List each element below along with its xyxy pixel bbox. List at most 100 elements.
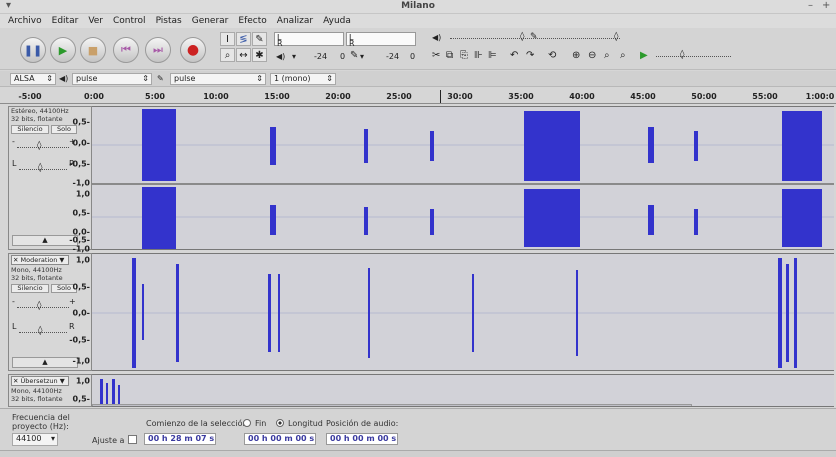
fit-project-icon[interactable]: ⌕ — [620, 50, 626, 61]
track-1-gain-thumb[interactable]: ◊ — [37, 141, 41, 151]
menu-ayuda[interactable]: Ayuda — [318, 14, 356, 28]
horizontal-scrollbar[interactable] — [92, 404, 692, 406]
record-volume-thumb[interactable]: ◊ — [614, 32, 618, 42]
record-meter[interactable]: L R — [274, 32, 344, 48]
snap-checkbox[interactable] — [128, 435, 137, 444]
track-1-pan-slider[interactable] — [19, 169, 67, 170]
track-1-pan-left: L — [12, 159, 17, 168]
silence-icon[interactable]: ⊫ — [488, 50, 497, 61]
track-1-pan-thumb[interactable]: ◊ — [38, 163, 42, 173]
axis-label: 1,0 — [75, 376, 90, 386]
track-3-close-icon[interactable]: ✕ — [13, 377, 18, 385]
sync-lock-icon[interactable]: ⟲ — [548, 50, 556, 61]
ruler-label: 45:00 — [630, 92, 656, 101]
skip-start-icon: ⏮ — [121, 43, 131, 56]
record-volume-slider[interactable] — [545, 38, 620, 39]
timeshift-tool[interactable]: ↔ — [236, 48, 251, 62]
menu-analizar[interactable]: Analizar — [272, 14, 318, 28]
ibeam-icon: I — [226, 33, 229, 45]
play-at-speed-icon[interactable]: ▶ — [640, 50, 648, 61]
meter-db-1: -24 — [314, 52, 328, 61]
menu-pistas[interactable]: Pistas — [151, 14, 187, 28]
track-2-waveform[interactable] — [92, 253, 834, 371]
input-device-select[interactable]: pulse ⇕ — [170, 73, 266, 85]
playhead-marker[interactable] — [440, 90, 441, 103]
track-2-name-menu[interactable]: ✕ Moderation ▼ — [11, 255, 69, 265]
volume-icon: ◀) — [432, 33, 442, 42]
menu-bar: Archivo Editar Ver Control Pistas Genera… — [0, 14, 836, 28]
track-2-pan-thumb[interactable]: ◊ — [38, 326, 42, 336]
menu-control[interactable]: Control — [108, 14, 151, 28]
paste-icon[interactable]: ⎘ — [460, 50, 468, 61]
selection-length-field[interactable]: 00 h 00 m 00 s — [244, 433, 316, 445]
maximize-button[interactable]: + — [822, 0, 830, 11]
length-radio[interactable] — [276, 419, 284, 427]
snap-label: Ajuste a — [92, 436, 125, 445]
track-2-mute-button[interactable]: Silencio — [11, 284, 49, 293]
multi-tool[interactable]: ✱ — [252, 48, 267, 62]
skip-end-button[interactable]: ⏭ — [145, 37, 171, 63]
playback-menu-icon[interactable]: ▾ — [360, 52, 364, 61]
timeline-ruler[interactable]: -5:00 0:00 5:00 10:00 15:00 20:00 25:00 … — [0, 88, 836, 104]
trim-icon[interactable]: ⊪ — [474, 50, 483, 61]
pause-button[interactable]: ❚❚ — [20, 37, 46, 63]
minimize-button[interactable]: – — [808, 0, 813, 11]
redo-icon[interactable]: ↷ — [526, 50, 534, 61]
draw-tool[interactable]: ✎ — [252, 32, 267, 46]
menu-editar[interactable]: Editar — [47, 14, 84, 28]
track-1-gain-minus: - — [12, 137, 15, 146]
end-radio[interactable] — [243, 419, 251, 427]
zoom-tool[interactable]: ⌕ — [220, 48, 235, 62]
channels-select[interactable]: 1 (mono) ⇕ — [270, 73, 336, 85]
play-button[interactable]: ▶ — [50, 37, 76, 63]
audio-host-select[interactable]: ALSA ⇕ — [10, 73, 56, 85]
input-mic-icon: ✎ — [157, 74, 164, 83]
axis-label: 1,0 — [75, 255, 90, 265]
selection-tool[interactable]: I — [220, 32, 235, 46]
track-3-waveform[interactable] — [92, 374, 834, 407]
track-2-name: Moderation — [20, 256, 58, 264]
zoom-in-icon[interactable]: ⊕ — [572, 50, 580, 61]
playback-meter[interactable]: L R — [346, 32, 416, 48]
track-2-gain-thumb[interactable]: ◊ — [37, 301, 41, 311]
menu-ver[interactable]: Ver — [83, 14, 108, 28]
meter-db-2: 0 — [340, 52, 346, 61]
record-menu-icon[interactable]: ▾ — [292, 52, 296, 61]
meter-db-3: -24 — [386, 52, 400, 61]
track-3-name: Übersetzun — [20, 377, 58, 385]
audio-position-field[interactable]: 00 h 00 m 00 s — [326, 433, 398, 445]
fit-selection-icon[interactable]: ⌕ — [604, 50, 610, 61]
track-2-pan-slider[interactable] — [19, 332, 67, 333]
stop-button[interactable]: ■ — [80, 37, 106, 63]
undo-icon[interactable]: ↶ — [510, 50, 518, 61]
copy-icon[interactable]: ⧉ — [446, 50, 453, 61]
timeshift-icon: ↔ — [239, 49, 248, 61]
envelope-tool[interactable]: ≶ — [236, 32, 251, 46]
cut-icon[interactable]: ✂ — [432, 50, 440, 61]
track-1-mute-button[interactable]: Silencio — [11, 125, 49, 134]
selection-start-label: Comienzo de la selección: — [146, 419, 251, 428]
track-2-close-icon[interactable]: ✕ — [13, 256, 18, 264]
playback-volume-thumb[interactable]: ◊ — [520, 32, 524, 42]
menu-generar[interactable]: Generar — [187, 14, 234, 28]
microphone-icon: ✎ — [350, 50, 359, 61]
project-rate-select[interactable]: 44100 ▾ — [12, 433, 58, 446]
play-speed-thumb[interactable]: ◊ — [680, 50, 684, 60]
track-3-name-menu[interactable]: ✕ Übersetzun ▼ — [11, 376, 69, 386]
selection-start-field[interactable]: 00 h 28 m 07 s — [144, 433, 216, 445]
play-speed-slider[interactable] — [656, 56, 731, 57]
menu-archivo[interactable]: Archivo — [3, 14, 47, 28]
menu-efecto[interactable]: Efecto — [233, 14, 271, 28]
pencil-icon: ✎ — [255, 33, 264, 45]
track-1-waveform[interactable] — [92, 106, 834, 250]
record-button[interactable]: ● — [180, 37, 206, 63]
axis-label: 0,0- — [72, 138, 91, 148]
output-device-select[interactable]: pulse ⇕ — [72, 73, 152, 85]
skip-start-button[interactable]: ⏮ — [113, 37, 139, 63]
zoom-out-icon[interactable]: ⊖ — [588, 50, 596, 61]
end-label: Fin — [255, 419, 267, 428]
axis-label: -0,5- — [69, 335, 90, 345]
ruler-label: 10:00 — [203, 92, 229, 101]
ruler-label: 1:00:0 — [805, 92, 835, 101]
meter-db-4: 0 — [410, 52, 416, 61]
